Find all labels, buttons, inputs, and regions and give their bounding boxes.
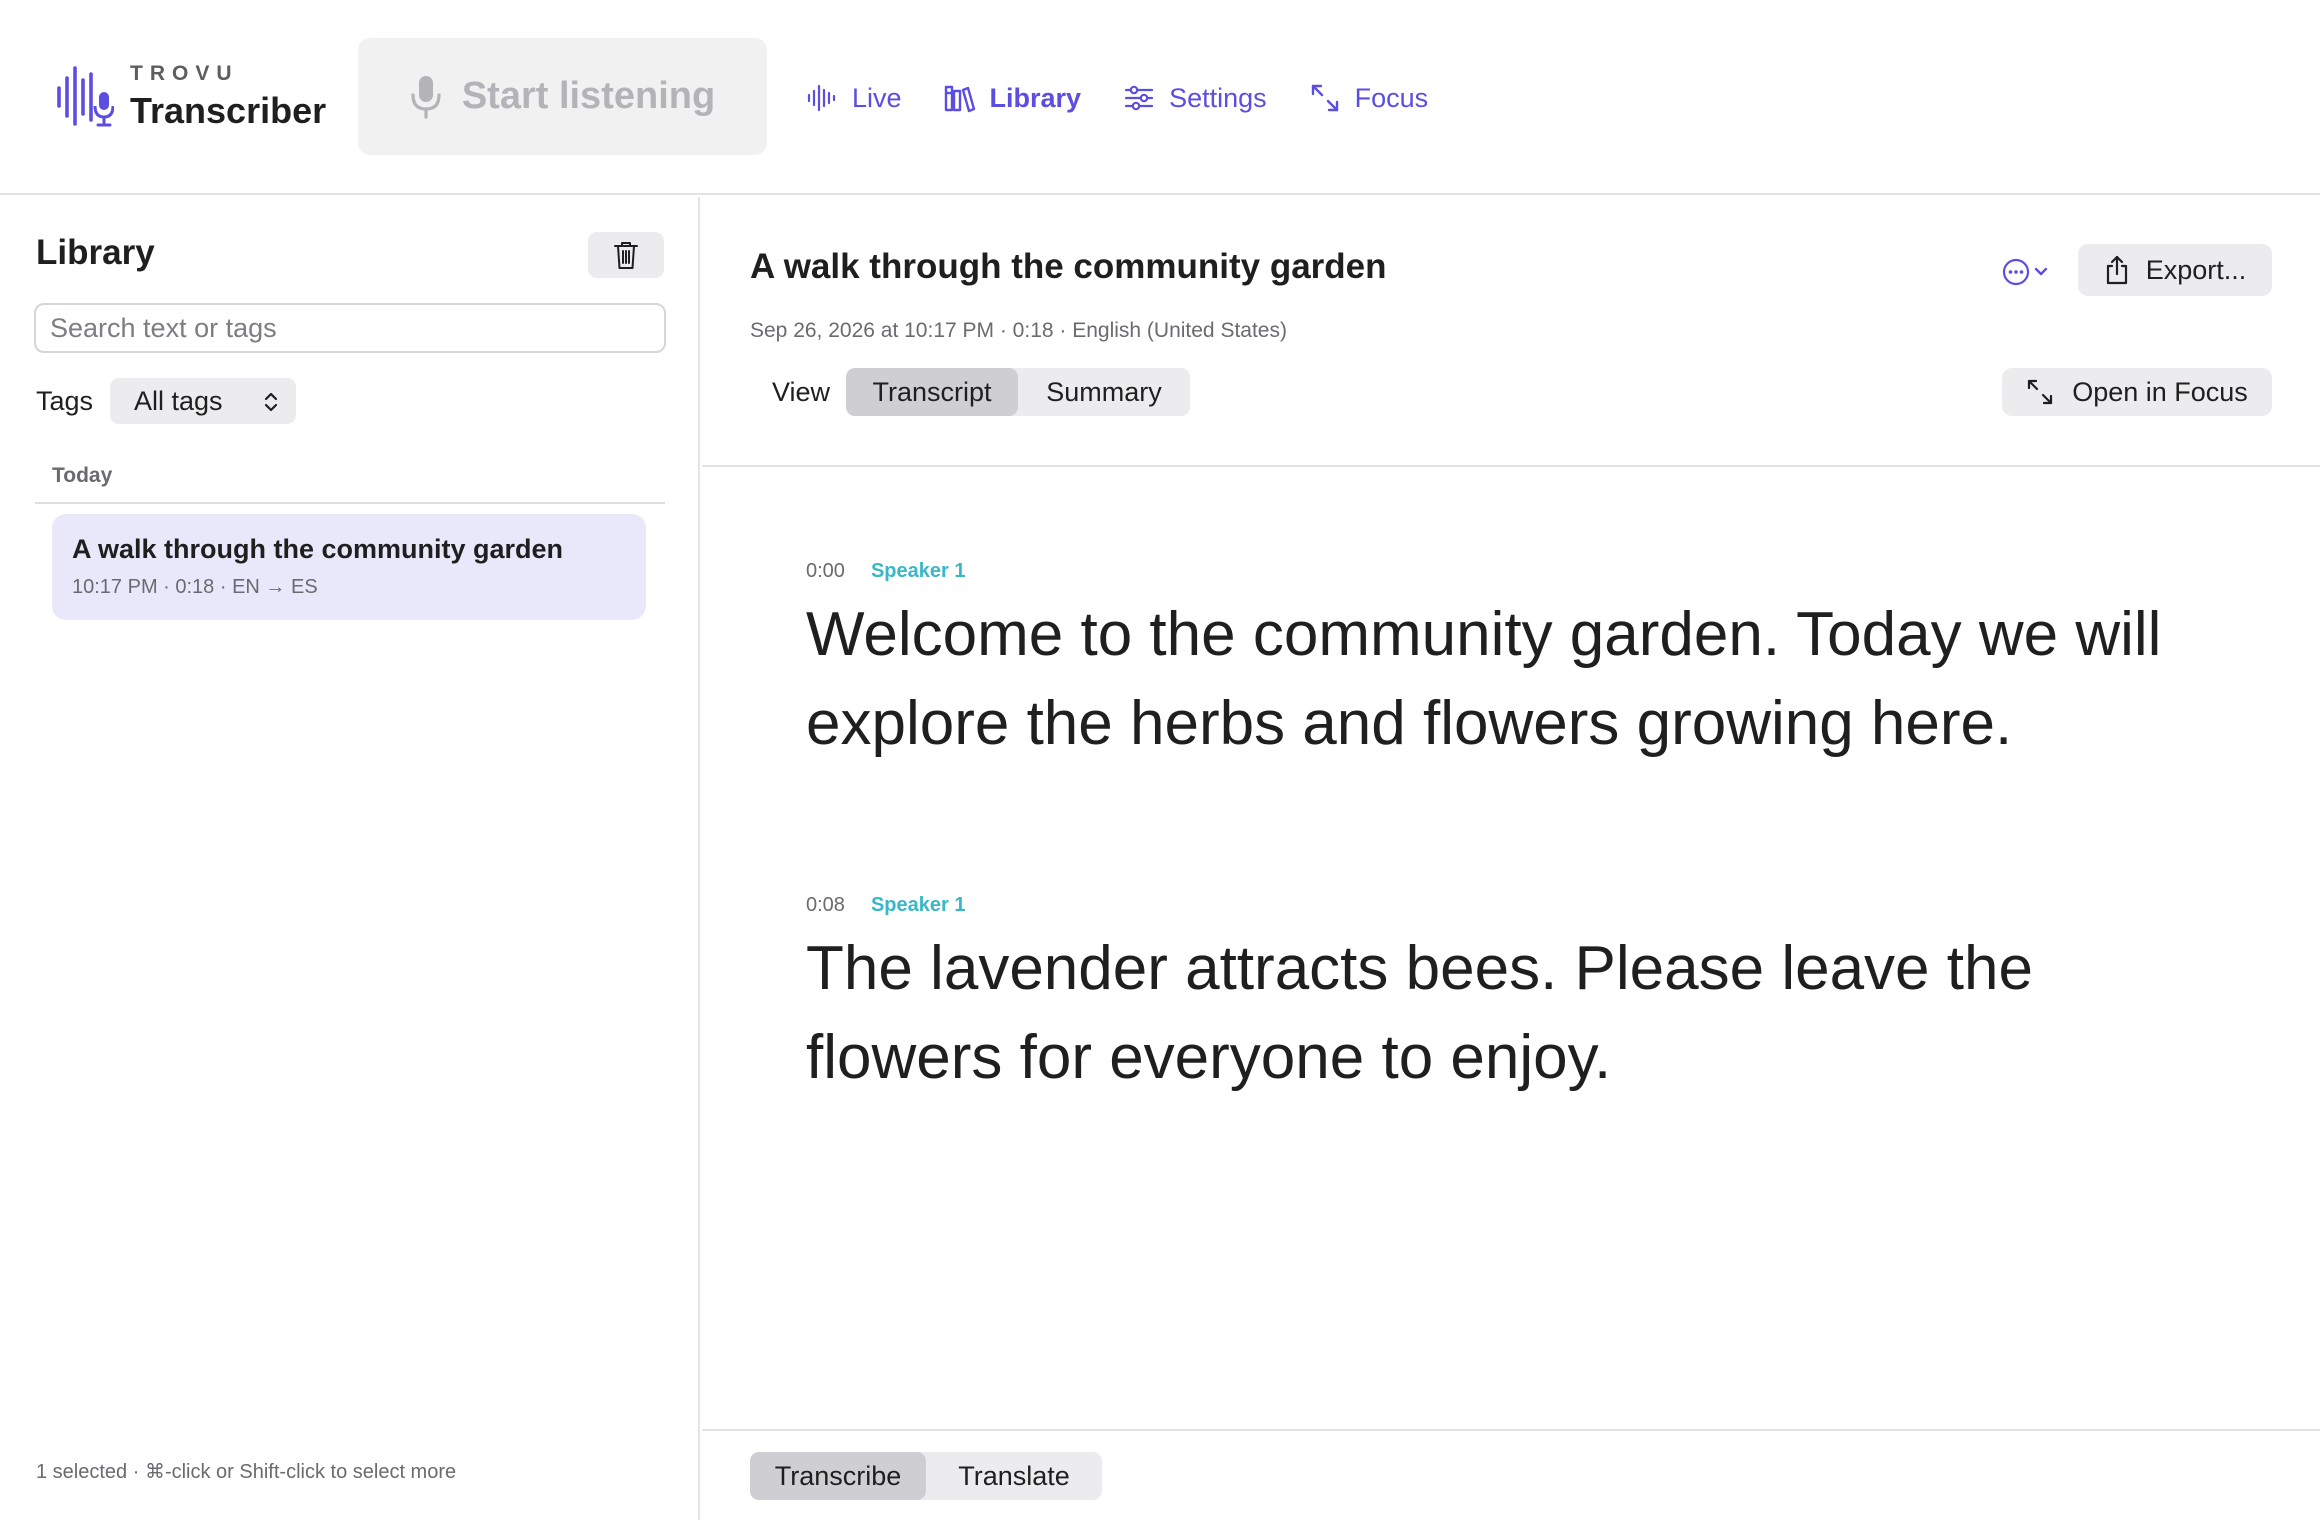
microphone-icon — [411, 75, 441, 119]
start-listening-button[interactable]: Start listening — [358, 38, 767, 155]
more-options-menu-icon[interactable] — [2000, 255, 2056, 289]
waveform-mic-logo-icon — [57, 66, 114, 127]
list-item-meta: 10:17 PM · 0:18 · EN → ES — [72, 576, 318, 598]
brand-kicker: TROVU — [130, 62, 239, 85]
nav-library[interactable]: Library — [944, 82, 1082, 114]
expand-arrows-icon — [1311, 84, 1338, 112]
speaker-label: Speaker 1 — [870, 559, 966, 582]
transcript-segment: 0:00 Speaker 1 Welcome to the community … — [806, 556, 2246, 768]
delete-button[interactable] — [588, 232, 664, 278]
nav-settings-label: Settings — [1169, 82, 1267, 113]
list-item-title: A walk through the community garden — [72, 534, 564, 564]
group-header-today: Today — [52, 464, 113, 487]
library-sidebar: Library Tags All tags Today A walk th — [0, 197, 700, 1520]
segment-timestamp: 0:08 — [806, 893, 845, 916]
segment-text: The lavender attracts bees. Please leave… — [806, 934, 2033, 1092]
waveform-icon — [807, 84, 836, 112]
nav-live[interactable]: Live — [806, 82, 902, 114]
divider — [702, 465, 2320, 467]
up-down-chevron-icon — [264, 392, 278, 412]
page-title: A walk through the community garden — [750, 247, 1387, 286]
brand: TROVU Transcriber — [56, 60, 336, 140]
search-input[interactable] — [34, 303, 666, 353]
nav-focus-label: Focus — [1354, 82, 1429, 113]
start-listening-label: Start listening — [461, 75, 716, 117]
tab-summary[interactable]: Summary — [1018, 368, 1190, 416]
tags-dropdown-value: All tags — [134, 385, 223, 416]
detail-pane: A walk through the community garden Expo… — [702, 197, 2320, 1520]
transcript-segment: 0:08 Speaker 1 The lavender attracts bee… — [806, 890, 2246, 1102]
sidebar-title: Library — [36, 233, 155, 272]
nav-library-label: Library — [989, 82, 1082, 113]
app-window: TROVU Transcriber Start listening Live L… — [0, 0, 2320, 1520]
tags-dropdown[interactable]: All tags — [110, 378, 296, 424]
export-label: Export... — [2145, 254, 2247, 285]
view-segmented-control: Transcript Summary — [846, 368, 1190, 416]
divider — [702, 1429, 2320, 1431]
tags-label: Tags — [36, 386, 94, 416]
export-button[interactable]: Export... — [2078, 244, 2272, 296]
expand-arrows-icon — [2028, 379, 2053, 405]
tab-transcript[interactable]: Transcript — [846, 368, 1018, 416]
speaker-label: Speaker 1 — [870, 893, 966, 916]
nav-focus[interactable]: Focus — [1309, 82, 1429, 114]
recording-meta: Sep 26, 2026 at 10:17 PM · 0:18 · Englis… — [750, 319, 1287, 342]
open-in-focus-label: Open in Focus — [2072, 376, 2248, 407]
divider — [35, 502, 665, 504]
share-icon — [2106, 255, 2127, 285]
list-item[interactable]: A walk through the community garden 10:1… — [52, 514, 646, 620]
mode-segmented-control: Transcribe Translate — [750, 1452, 1102, 1500]
trash-icon — [614, 242, 638, 269]
app-title: Transcriber — [130, 90, 327, 131]
tab-transcribe[interactable]: Transcribe — [750, 1452, 926, 1500]
segment-timestamp: 0:00 — [806, 559, 845, 582]
selection-status: 1 selected · ⌘-click or Shift-click to s… — [36, 1461, 457, 1483]
tab-translate[interactable]: Translate — [926, 1452, 1102, 1500]
nav-live-label: Live — [852, 82, 902, 113]
view-label: View — [772, 377, 831, 407]
open-in-focus-button[interactable]: Open in Focus — [2002, 368, 2272, 416]
nav-settings[interactable]: Settings — [1123, 82, 1267, 114]
toolbar: TROVU Transcriber Start listening Live L… — [0, 0, 2320, 195]
sliders-icon — [1124, 85, 1154, 111]
main-nav: Live Library Settings Focus — [806, 76, 1470, 120]
segment-text: Welcome to the community garden. Today w… — [806, 600, 2162, 758]
books-icon — [944, 85, 975, 113]
